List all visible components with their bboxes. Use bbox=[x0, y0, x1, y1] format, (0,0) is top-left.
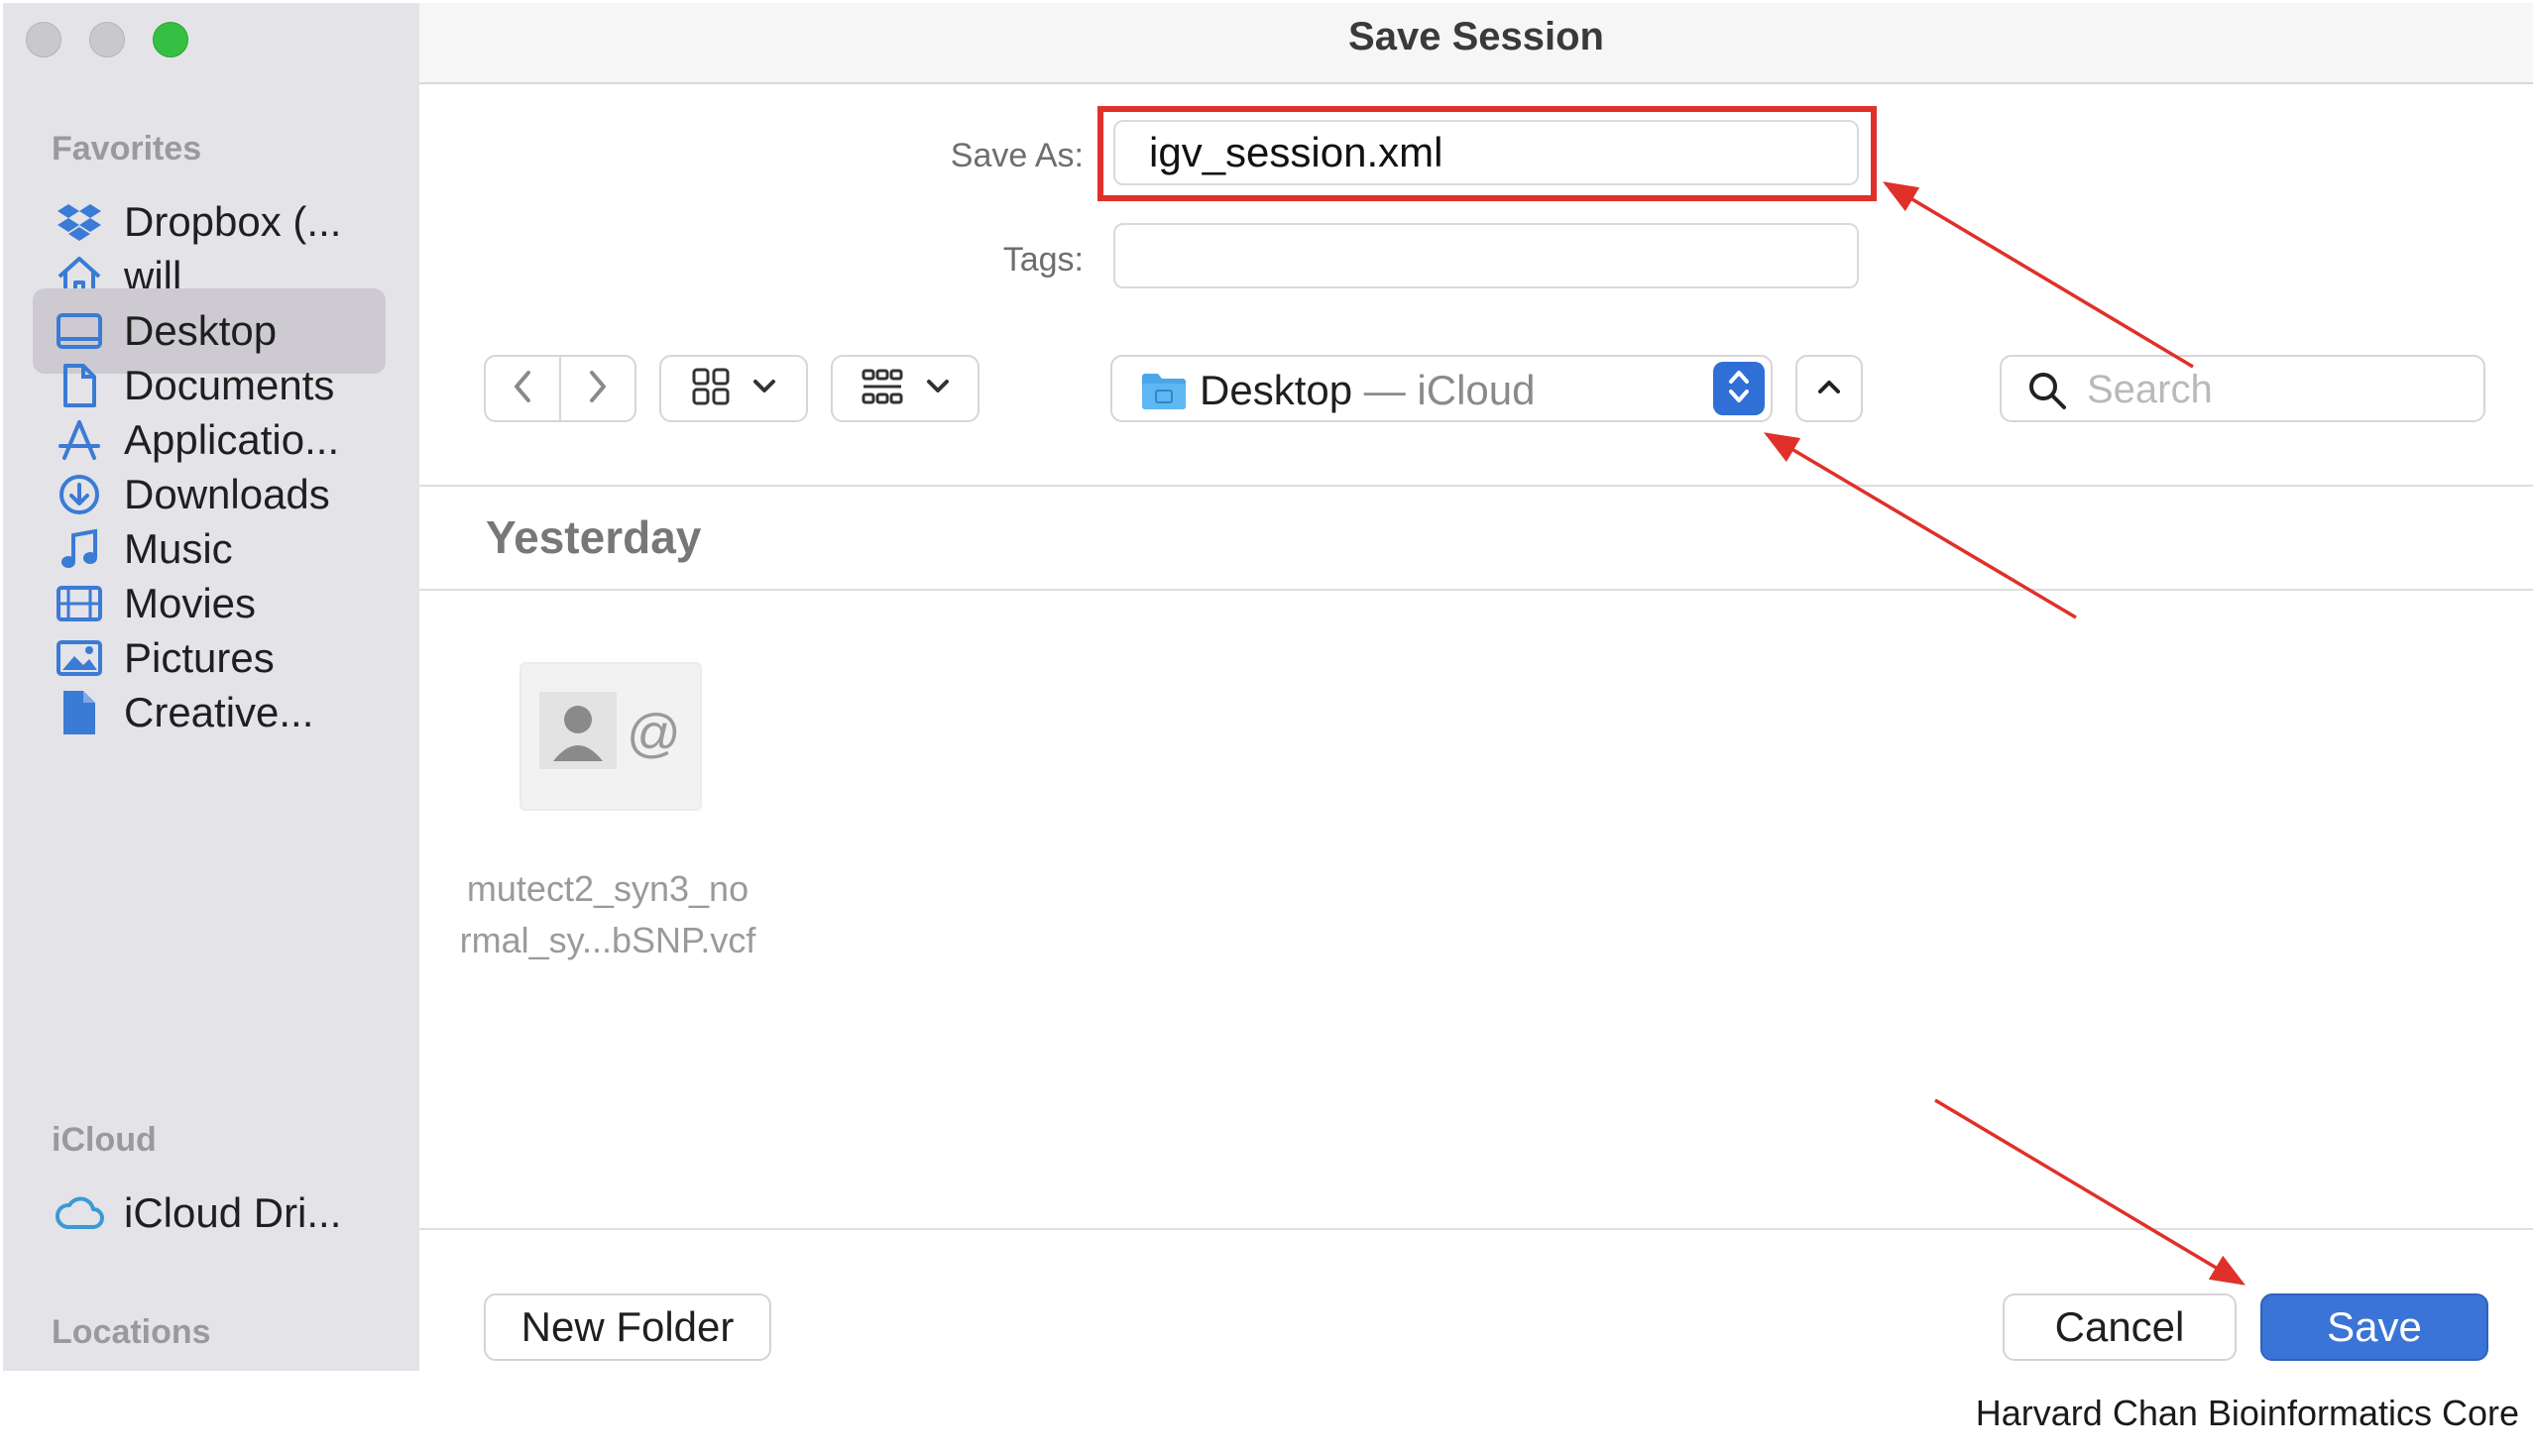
folder-icon bbox=[1140, 371, 1188, 415]
title-bar: Save Session bbox=[419, 3, 2533, 84]
sidebar-heading-locations: Locations bbox=[52, 1313, 211, 1351]
save-as-label: Save As: bbox=[950, 137, 1084, 174]
file-name-line-2: rmal_sy...bSNP.vcf bbox=[459, 920, 756, 960]
credit-text: Harvard Chan Bioinformatics Core bbox=[1975, 1393, 2519, 1433]
location-subtitle: — iCloud bbox=[1363, 367, 1536, 413]
file-item-name[interactable]: mutect2_syn3_no rmal_sy...bSNP.vcf bbox=[439, 863, 776, 966]
sidebar-heading-favorites: Favorites bbox=[52, 130, 202, 168]
view-mode-button[interactable] bbox=[659, 355, 808, 422]
annotation-highlight-box bbox=[1097, 106, 1877, 201]
tags-field[interactable] bbox=[1113, 223, 1859, 288]
window-title: Save Session bbox=[1348, 15, 1604, 58]
collapse-button[interactable] bbox=[1795, 355, 1863, 422]
icon-view-icon bbox=[691, 367, 731, 411]
up-down-chevron-icon bbox=[1727, 368, 1751, 410]
save-dialog: Favorites Dropbox (... will Desktop Docu… bbox=[3, 3, 2533, 1371]
svg-text:@: @ bbox=[627, 704, 681, 763]
zoom-window-button[interactable] bbox=[153, 22, 188, 57]
sidebar: Favorites Dropbox (... will Desktop Docu… bbox=[3, 3, 419, 1371]
save-button[interactable]: Save bbox=[2260, 1293, 2488, 1361]
location-stepper[interactable] bbox=[1713, 362, 1765, 415]
cloud-icon bbox=[53, 1186, 106, 1240]
contact-card-icon: @ bbox=[539, 692, 688, 786]
section-title: Yesterday bbox=[486, 511, 702, 563]
chevron-right-icon bbox=[586, 369, 610, 409]
file-item-icon[interactable]: @ bbox=[519, 662, 702, 811]
sidebar-item-icloud-drive[interactable]: iCloud Dri... bbox=[33, 1171, 386, 1256]
sidebar-item-creative[interactable]: Creative... bbox=[33, 670, 386, 755]
group-grid-icon bbox=[861, 368, 904, 410]
group-button[interactable] bbox=[831, 355, 979, 422]
chevron-down-icon bbox=[926, 379, 950, 399]
sidebar-item-label: Creative... bbox=[124, 689, 314, 735]
section-divider bbox=[419, 589, 2533, 591]
search-field[interactable]: Search bbox=[2000, 355, 2485, 422]
tags-label: Tags: bbox=[1002, 241, 1084, 279]
forward-button[interactable] bbox=[559, 355, 636, 422]
file-name-line-1: mutect2_syn3_no bbox=[466, 868, 749, 909]
minimize-window-button[interactable] bbox=[89, 22, 125, 57]
sidebar-heading-icloud: iCloud bbox=[52, 1121, 157, 1159]
chevron-up-icon bbox=[1817, 379, 1841, 399]
file-icon bbox=[53, 686, 106, 739]
location-name: Desktop bbox=[1200, 367, 1353, 413]
footer-divider bbox=[419, 1228, 2533, 1230]
back-button[interactable] bbox=[484, 355, 561, 422]
location-popup[interactable]: Desktop — iCloud bbox=[1110, 355, 1773, 422]
chevron-left-icon bbox=[511, 369, 534, 409]
cancel-button[interactable]: Cancel bbox=[2003, 1293, 2237, 1361]
search-placeholder: Search bbox=[2087, 368, 2213, 411]
search-icon bbox=[2027, 371, 2067, 415]
sidebar-item-label: iCloud Dri... bbox=[124, 1189, 342, 1236]
new-folder-button[interactable]: New Folder bbox=[484, 1293, 771, 1361]
toolbar-divider bbox=[419, 485, 2533, 487]
chevron-down-icon bbox=[752, 379, 776, 399]
close-window-button[interactable] bbox=[26, 22, 61, 57]
